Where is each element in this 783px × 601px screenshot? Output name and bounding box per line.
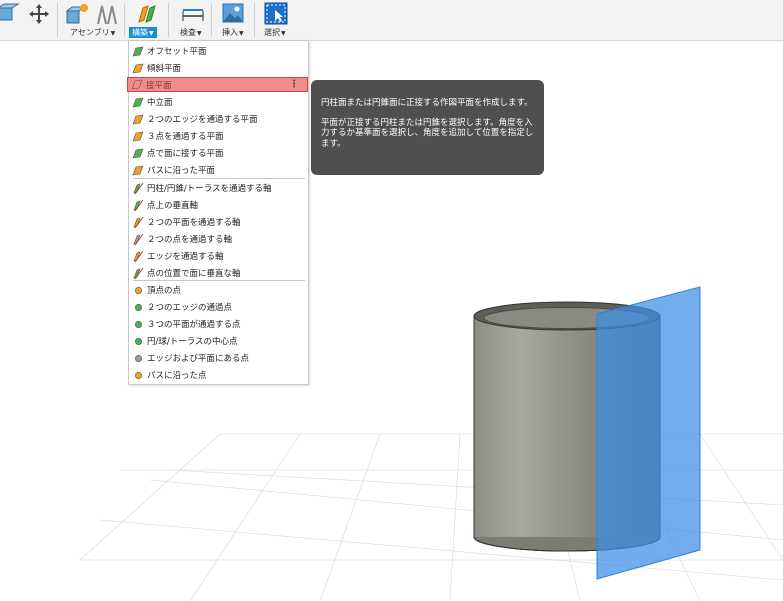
menu-item-label: 傾斜平面 [147,64,182,74]
menu-item-label: ２つのエッジを通過する平面 [147,115,258,125]
menu-item-label: 点の位置で面に垂直な軸 [147,269,241,279]
construct-icon[interactable] [136,2,162,26]
point-along-path-icon [134,371,143,379]
menu-item-label: パスに沿った平面 [147,166,216,176]
menu-item-label: エッジを通過する軸 [147,252,224,262]
menu-item[interactable]: ３点を通過する平面 [129,128,308,144]
menu-item[interactable]: 頂点の点 [129,282,308,298]
select-icon[interactable] [263,2,289,26]
assembly-menu[interactable]: アセンブリ▼ [70,27,115,38]
offset-plane-icon [132,46,144,56]
menu-item[interactable]: パスに沿った平面 [129,162,308,178]
menu-item[interactable]: エッジおよび平面にある点 [129,350,308,366]
menu-item[interactable]: パスに沿った点 [129,367,308,383]
tangent-plane-preview [596,286,701,580]
point-at-vertex-icon [134,286,143,294]
axis-perpendicular-to-face-icon [133,267,144,279]
tooltip-body: 平面が正接する円柱または円錐を選択します。角度を入力するか基準面を選択し、角度を… [321,117,534,149]
axis-through-cylinder-icon [133,182,144,194]
menu-item[interactable]: ２つの平面を通過する軸 [129,214,308,230]
axis-through-two-planes-icon [133,216,144,228]
insert-image-icon[interactable] [220,2,246,26]
menu-item-label: 円/球/トーラスの中心点 [147,337,238,347]
plane-through-two-edges-icon [132,114,144,124]
menu-item[interactable]: 接平面 ⋮ [127,77,308,92]
menu-separator [133,178,305,179]
construct-dropdown: オフセット平面 傾斜平面接平面 ⋮ 中立面 ２つのエッジを通過する平面 ３点を通過する平面… [127,40,309,385]
menu-item-label: 中立面 [147,98,173,108]
menu-item[interactable]: 円柱/円錐/トーラスを通過する軸 [129,180,308,196]
menu-item-label: パスに沿った点 [147,371,207,381]
new-component-icon[interactable] [0,2,20,26]
menu-item[interactable]: ２つの点を通過する軸 [129,231,308,247]
menu-item[interactable]: ３つの平面が通過する点 [129,316,308,332]
menu-item[interactable]: ２つのエッジの通過点 [129,299,308,315]
menu-item-label: 接平面 [146,80,172,91]
plane-tangent-at-point-icon [132,148,144,158]
menu-item[interactable]: 点で面に接する平面 [129,145,308,161]
assemble-icon[interactable] [64,2,90,26]
menu-item-label: オフセット平面 [147,47,207,57]
menu-item[interactable]: オフセット平面 [129,43,308,59]
menu-item-label: ２つのエッジの通過点 [147,303,233,313]
joint-icon[interactable] [94,2,120,26]
menu-item-label: エッジおよび平面にある点 [147,354,250,364]
toolbar: アセンブリ▼ 構築▼ 検査▼ 挿入▼ 選択▼ [0,0,783,41]
menu-item[interactable]: 傾斜平面 [129,60,308,76]
select-menu[interactable]: 選択▼ [264,27,286,38]
axis-through-two-points-icon [133,233,144,245]
point-at-center-icon [134,337,143,345]
more-options-icon[interactable]: ⋮ [289,79,299,90]
tangent-plane-icon [131,79,143,90]
menu-separator [133,280,305,281]
menu-item-label: 点で面に接する平面 [147,149,224,159]
plane-along-path-icon [132,165,144,175]
axis-perpendicular-at-point-icon [133,199,144,211]
point-through-three-planes-icon [134,320,143,328]
point-through-two-edges-icon [134,303,143,311]
plane-through-three-points-icon [132,131,144,141]
tooltip: 円柱面または円錐面に正接する作図平面を作成します。 平面が正接する円柱または円錐… [311,80,544,175]
plane-at-angle-icon [132,63,144,73]
menu-item[interactable]: エッジを通過する軸 [129,248,308,264]
menu-item[interactable]: 点上の垂直軸 [129,197,308,213]
construct-menu[interactable]: 構築▼ [129,27,157,38]
move-icon[interactable] [26,2,52,26]
menu-item-label: ３点を通過する平面 [147,132,224,142]
axis-through-edge-icon [133,250,144,262]
menu-item-label: 頂点の点 [147,286,182,296]
menu-item-label: 点上の垂直軸 [147,201,199,211]
menu-item[interactable]: 中立面 [129,94,308,110]
menu-item[interactable]: 点の位置で面に垂直な軸 [129,265,308,281]
menu-item-label: ２つの平面を通過する軸 [147,218,241,228]
measure-icon[interactable] [180,2,206,26]
menu-item-label: ２つの点を通過する軸 [147,235,233,245]
menu-item[interactable]: ２つのエッジを通過する平面 [129,111,308,127]
insert-menu[interactable]: 挿入▼ [222,27,244,38]
midplane-icon [132,97,144,107]
menu-item[interactable]: 円/球/トーラスの中心点 [129,333,308,349]
menu-item-label: 円柱/円錐/トーラスを通過する軸 [147,184,272,194]
inspect-menu[interactable]: 検査▼ [180,27,202,38]
tooltip-title: 円柱面または円錐面に正接する作図平面を作成します。 [321,98,533,108]
menu-item-label: ３つの平面が通過する点 [147,320,241,330]
point-at-edge-and-plane-icon [134,354,143,362]
